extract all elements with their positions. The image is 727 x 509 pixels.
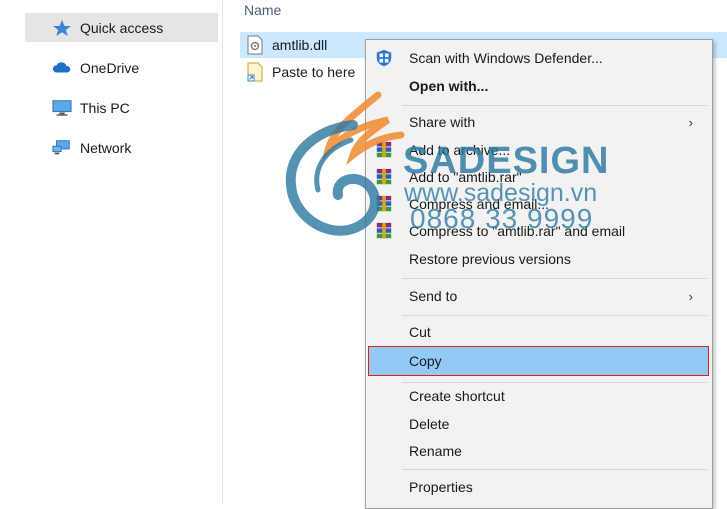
winrar-icon [376, 168, 392, 185]
watermark-phone: 0868 33 9999 [410, 203, 594, 234]
file-shortcut-icon [247, 62, 263, 82]
menu-item-send-to[interactable]: Send to › [368, 283, 709, 309]
menu-separator [402, 315, 707, 316]
nav-item-network[interactable]: Network [25, 133, 218, 162]
nav-item-this-pc[interactable]: This PC [25, 93, 218, 122]
menu-item-cut[interactable]: Cut [368, 319, 709, 345]
computer-icon [52, 100, 72, 116]
menu-item-rename[interactable]: Rename [368, 438, 709, 464]
star-icon [53, 20, 71, 36]
winrar-icon [376, 222, 392, 239]
nav-item-label: This PC [80, 99, 130, 116]
menu-separator [402, 278, 707, 279]
menu-separator [402, 105, 707, 106]
menu-item-restore-versions[interactable]: Restore previous versions [368, 246, 709, 272]
menu-item-open-with[interactable]: Open with... [368, 73, 709, 99]
windows-defender-shield-icon [376, 49, 392, 67]
submenu-arrow-icon: › [688, 288, 693, 304]
watermark-brand: SADESIGN [403, 140, 610, 182]
menu-item-scan-defender[interactable]: Scan with Windows Defender... [368, 45, 709, 71]
column-header-name[interactable]: Name [244, 2, 281, 18]
menu-item-share-with[interactable]: Share with › [368, 109, 709, 135]
menu-separator [402, 469, 707, 470]
file-name: Paste to here [272, 64, 356, 80]
cloud-icon [52, 62, 71, 73]
context-menu: Scan with Windows Defender... Open with.… [365, 39, 713, 509]
nav-item-label: OneDrive [80, 59, 140, 76]
submenu-arrow-icon: › [688, 114, 693, 130]
file-name: amtlib.dll [272, 37, 328, 53]
menu-item-delete[interactable]: Delete [368, 411, 709, 437]
menu-item-create-shortcut[interactable]: Create shortcut [368, 383, 709, 409]
nav-item-label: Network [80, 139, 132, 156]
menu-item-properties[interactable]: Properties [368, 474, 709, 500]
nav-item-onedrive[interactable]: OneDrive [25, 53, 218, 82]
nav-item-label: Quick access [80, 19, 164, 36]
navigation-pane: Quick access OneDrive This PC Network [0, 0, 223, 503]
winrar-icon [376, 141, 392, 158]
network-icon [52, 140, 70, 155]
file-row-paste-to-here[interactable]: Paste to here [240, 59, 355, 85]
menu-item-copy[interactable]: Copy [368, 346, 709, 376]
winrar-icon [376, 195, 392, 212]
nav-item-quick-access[interactable]: Quick access [25, 13, 218, 42]
dll-file-icon [247, 35, 263, 55]
